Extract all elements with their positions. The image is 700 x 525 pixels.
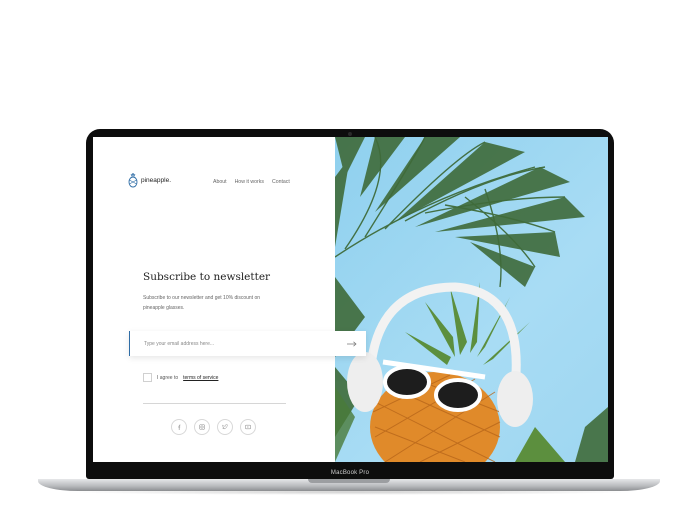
- terms-checkbox[interactable]: [143, 373, 152, 382]
- nav-contact[interactable]: Contact: [272, 179, 290, 185]
- terms-prefix: I agree to: [157, 374, 179, 381]
- facebook-icon: [178, 424, 181, 430]
- terms-link[interactable]: terms of service: [183, 375, 218, 381]
- twitter-icon: [222, 424, 228, 430]
- device-label: MacBook Pro: [330, 470, 370, 476]
- camera: [348, 132, 352, 136]
- email-input[interactable]: [130, 339, 338, 348]
- youtube-icon: [245, 424, 251, 430]
- hero-image: [335, 137, 608, 462]
- laptop-base: [38, 479, 660, 491]
- logo[interactable]: pineapple.: [128, 173, 171, 188]
- laptop-lid: pineapple. About How it works Contact Su…: [86, 129, 614, 479]
- logo-text: pineapple.: [141, 177, 171, 184]
- base-notch: [308, 479, 390, 483]
- arrow-right-icon: [347, 341, 357, 346]
- divider: [143, 403, 286, 404]
- nav-about[interactable]: About: [213, 179, 227, 185]
- email-form: [129, 331, 366, 356]
- subtitle: Subscribe to our newsletter and get 10% …: [143, 295, 261, 311]
- youtube-button[interactable]: [240, 419, 256, 435]
- twitter-button[interactable]: [217, 419, 233, 435]
- submit-button[interactable]: [338, 331, 366, 356]
- main-nav: About How it works Contact: [213, 179, 290, 185]
- nav-how-it-works[interactable]: How it works: [235, 179, 264, 185]
- laptop-screen: pineapple. About How it works Contact Su…: [93, 137, 608, 462]
- terms-row: I agree to terms of service: [143, 373, 218, 382]
- facebook-button[interactable]: [171, 419, 187, 435]
- pineapple-headphones-photo: [335, 137, 608, 462]
- social-links: [171, 419, 256, 435]
- instagram-button[interactable]: [194, 419, 210, 435]
- page-title: Subscribe to newsletter: [143, 271, 271, 283]
- newsletter-panel: pineapple. About How it works Contact Su…: [93, 137, 335, 462]
- instagram-icon: [199, 424, 205, 430]
- pineapple-logo-icon: [128, 173, 138, 188]
